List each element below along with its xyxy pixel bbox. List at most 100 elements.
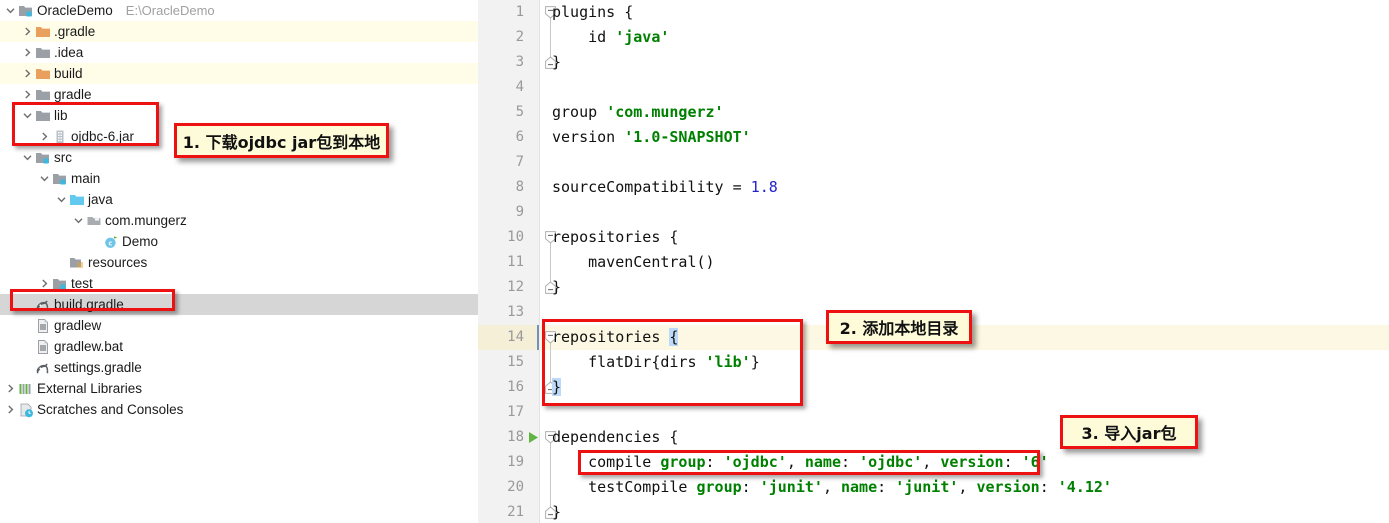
external-libraries-icon (17, 378, 34, 399)
code-line[interactable]: repositories { (552, 325, 679, 350)
chevron-right-icon[interactable] (4, 378, 17, 399)
tree-item-label: src (54, 150, 72, 165)
tree-item-label: gradle (54, 87, 92, 102)
line-number: 14 (507, 329, 524, 345)
code-line[interactable]: id 'java' (552, 25, 669, 50)
folder-excluded-icon (34, 63, 51, 84)
tree-item-label: settings.gradle (54, 360, 142, 375)
java-class-icon: c (102, 231, 119, 252)
tree-row[interactable]: gradlew (0, 315, 478, 336)
line-number: 11 (507, 254, 524, 270)
resources-folder-icon (68, 252, 85, 273)
line-number: 16 (507, 379, 524, 395)
line-number: 13 (507, 304, 524, 320)
ide-window: OracleDemo E:\OracleDemo .gradle .idea build… (0, 0, 1389, 523)
chevron-right-icon[interactable] (4, 399, 17, 420)
tree-row[interactable]: main (0, 168, 478, 189)
code-line[interactable]: flatDir{dirs 'lib'} (552, 350, 760, 375)
line-number: 20 (507, 479, 524, 495)
tree-row[interactable]: .gradle (0, 21, 478, 42)
project-path: E:\OracleDemo (125, 3, 215, 18)
line-number: 19 (507, 454, 524, 470)
sources-root-icon (68, 189, 85, 210)
line-number: 18 (507, 429, 524, 445)
tree-item-label: Scratches and Consoles (37, 402, 184, 417)
line-number: 15 (507, 354, 524, 370)
tree-row[interactable]: resources (0, 252, 478, 273)
chevron-down-icon[interactable] (21, 105, 34, 126)
tree-row[interactable]: .idea (0, 42, 478, 63)
chevron-down-icon[interactable] (21, 147, 34, 168)
tree-item-label: resources (88, 255, 148, 270)
tree-row[interactable]: gradlew.bat (0, 336, 478, 357)
line-number: 21 (507, 504, 524, 520)
run-gutter-icon[interactable] (528, 425, 542, 450)
tree-row[interactable]: c Demo (0, 231, 478, 252)
tree-item-label: .idea (54, 45, 84, 60)
line-number: 5 (515, 104, 524, 120)
code-line[interactable]: testCompile group: 'junit', name: 'junit… (552, 475, 1112, 500)
code-line[interactable]: version '1.0-SNAPSHOT' (552, 125, 751, 150)
line-number: 4 (515, 79, 524, 95)
chevron-right-icon[interactable] (38, 273, 51, 294)
line-number: 12 (507, 279, 524, 295)
code-line[interactable]: } (552, 375, 562, 400)
project-tree-panel[interactable]: OracleDemo E:\OracleDemo .gradle .idea build… (0, 0, 478, 523)
tree-item-label: External Libraries (37, 381, 143, 396)
chevron-right-icon[interactable] (21, 21, 34, 42)
tree-row[interactable]: settings.gradle (0, 357, 478, 378)
source-folder-icon (51, 168, 68, 189)
tree-item-label: build (54, 66, 83, 81)
tree-item-label: .gradle (54, 24, 96, 39)
chevron-down-icon[interactable] (4, 0, 17, 21)
tree-item-label: lib (54, 108, 68, 123)
tree-root-label: OracleDemo (37, 3, 113, 18)
chevron-right-icon[interactable] (21, 84, 34, 105)
code-line[interactable]: sourceCompatibility = 1.8 (552, 175, 778, 200)
package-icon (85, 210, 102, 231)
tree-item-label: ojdbc-6.jar (71, 129, 135, 144)
code-line[interactable]: plugins { (552, 0, 633, 25)
chevron-down-icon[interactable] (38, 168, 51, 189)
chevron-down-icon[interactable] (55, 189, 68, 210)
code-line[interactable]: group 'com.mungerz' (552, 100, 724, 125)
code-line[interactable]: repositories { (552, 225, 678, 250)
code-line[interactable]: } (552, 275, 561, 300)
line-number: 7 (515, 154, 524, 170)
line-number: 2 (515, 29, 524, 45)
code-line[interactable]: } (552, 50, 561, 75)
chevron-right-icon[interactable] (21, 42, 34, 63)
code-line[interactable]: compile group: 'ojdbc', name: 'ojdbc', v… (552, 450, 1049, 475)
tree-row[interactable]: com.mungerz (0, 210, 478, 231)
tree-row-root[interactable]: OracleDemo E:\OracleDemo (0, 0, 478, 21)
svg-text:c: c (108, 239, 112, 247)
jar-file-icon (51, 126, 68, 147)
tree-row[interactable]: gradle (0, 84, 478, 105)
code-line[interactable]: mavenCentral() (552, 250, 714, 275)
line-number: 8 (515, 179, 524, 195)
code-line[interactable]: } (552, 500, 561, 523)
gradle-file-icon (34, 294, 51, 315)
callout-3: 3. 导入jar包 (1060, 415, 1198, 449)
code-editor[interactable]: 1 plugins {2 id 'java' 3} 4 5 group 'com.mung… (478, 0, 1389, 523)
tree-row[interactable]: build (0, 63, 478, 84)
tree-row[interactable]: test (0, 273, 478, 294)
tree-row[interactable]: Scratches and Consoles (0, 399, 478, 420)
chevron-down-icon[interactable] (72, 210, 85, 231)
folder-icon (34, 105, 51, 126)
tree-row[interactable]: build.gradle (0, 294, 478, 315)
tree-row[interactable]: java (0, 189, 478, 210)
tree-row[interactable]: External Libraries (0, 378, 478, 399)
line-number: 3 (515, 54, 524, 70)
code-line[interactable]: dependencies { (552, 425, 678, 450)
chevron-right-icon[interactable] (38, 126, 51, 147)
tree-item-label: main (71, 171, 101, 186)
chevron-right-icon[interactable] (21, 63, 34, 84)
source-folder-icon (51, 273, 68, 294)
text-file-icon (34, 336, 51, 357)
